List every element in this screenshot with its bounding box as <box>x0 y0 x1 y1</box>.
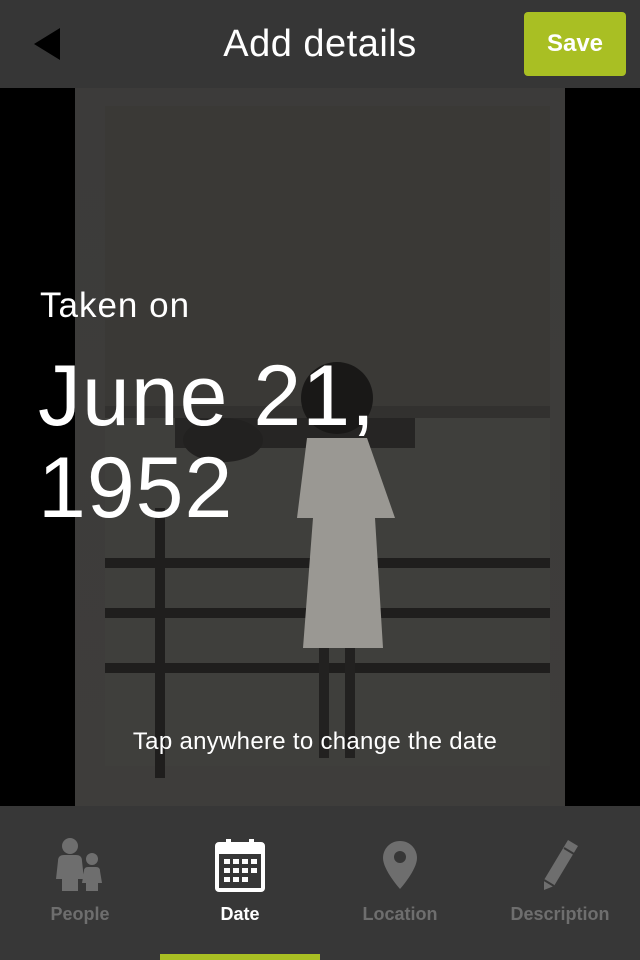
tab-date-label: Date <box>220 904 260 924</box>
calendar-icon <box>215 839 265 892</box>
taken-on-label: Taken on <box>40 286 191 325</box>
tab-people[interactable]: People <box>0 806 160 960</box>
tab-location-label: Location <box>362 904 438 924</box>
tab-date[interactable]: Date <box>160 806 320 960</box>
date-value[interactable]: June 21, 1952 <box>38 350 398 534</box>
tab-location[interactable]: Location <box>320 806 480 960</box>
pencil-icon <box>543 840 578 890</box>
back-button[interactable] <box>24 22 68 66</box>
tab-description[interactable]: Description <box>480 806 640 960</box>
photo-date-area[interactable]: Taken on June 21, 1952 Tap anywhere to c… <box>0 88 640 806</box>
save-button[interactable]: Save <box>524 12 626 76</box>
header-bar: Add details Save <box>0 0 640 88</box>
date-line-1: June 21, <box>38 348 376 444</box>
tab-people-label: People <box>50 904 110 924</box>
people-icon <box>56 838 102 891</box>
date-line-2: 1952 <box>38 440 234 536</box>
tab-bar: People Date Location Description <box>0 806 640 960</box>
location-pin-icon <box>383 841 417 889</box>
back-arrow-icon <box>34 28 60 60</box>
tab-description-label: Description <box>510 904 610 924</box>
change-date-hint: Tap anywhere to change the date <box>132 728 498 755</box>
